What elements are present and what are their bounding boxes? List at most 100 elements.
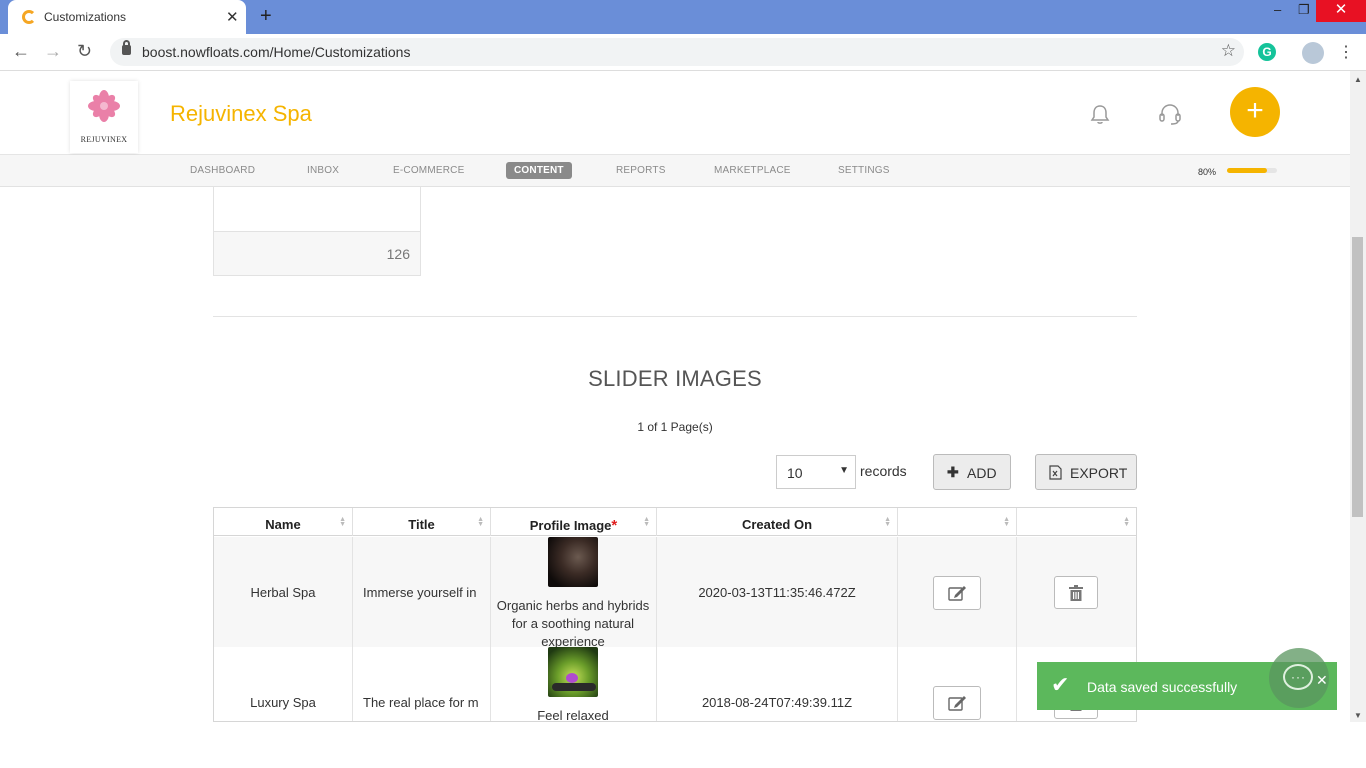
- url-text[interactable]: boost.nowfloats.com/Home/Customizations: [142, 44, 410, 60]
- scroll-down-arrow-icon[interactable]: ▼: [1354, 711, 1362, 720]
- grammarly-extension-icon[interactable]: G: [1258, 43, 1276, 61]
- nav-settings[interactable]: SETTINGS: [838, 165, 890, 176]
- scroll-thumb[interactable]: [1352, 237, 1363, 517]
- nav-content[interactable]: CONTENT: [506, 162, 572, 179]
- support-headset-icon[interactable]: [1158, 103, 1182, 125]
- reload-icon[interactable]: ↻: [77, 41, 92, 62]
- thumbnail-stone: [552, 683, 596, 691]
- thumbnail-orchid: [566, 673, 578, 683]
- edit-button[interactable]: [933, 686, 981, 720]
- slider-image-thumbnail[interactable]: [548, 537, 598, 587]
- tab-title: Customizations: [44, 10, 127, 24]
- profile-progress-label: 80%: [1198, 167, 1217, 177]
- column-header-label: Profile Image: [529, 518, 612, 533]
- row-name: Luxury Spa: [214, 647, 353, 721]
- column-header-created-on[interactable]: Created On ▲ ▼: [657, 508, 898, 536]
- row-name: Herbal Spa: [214, 537, 353, 647]
- column-header-edit[interactable]: ▲ ▼: [898, 508, 1017, 536]
- checkmark-icon: ✔: [1051, 672, 1070, 697]
- required-marker: *: [611, 517, 618, 534]
- back-icon[interactable]: ←: [12, 41, 30, 62]
- records-per-page-value: 10: [787, 465, 803, 481]
- edit-button[interactable]: [933, 576, 981, 610]
- new-tab-button[interactable]: +: [260, 5, 272, 28]
- logo-text: REJUVINEX: [80, 135, 128, 144]
- profile-avatar[interactable]: [1302, 42, 1324, 64]
- chevron-down-icon: ▼: [839, 465, 849, 476]
- row-edit-cell: [898, 647, 1017, 721]
- toast-close-icon[interactable]: ✕: [1316, 672, 1328, 689]
- lock-icon: [122, 40, 131, 55]
- toast-message: Data saved successfully: [1087, 679, 1238, 695]
- sort-arrows-icon: ▲ ▼: [1003, 516, 1010, 528]
- nav-reports[interactable]: REPORTS: [616, 165, 666, 176]
- profile-progress-fill: [1227, 168, 1267, 173]
- business-logo[interactable]: REJUVINEX: [70, 81, 138, 153]
- section-title: SLIDER IMAGES: [588, 366, 762, 391]
- add-slider-image-button[interactable]: ✚ ADD: [933, 454, 1011, 490]
- main-nav: DASHBOARD INBOX E-COMMERCE CONTENT REPOR…: [0, 155, 1350, 187]
- scroll-up-arrow-icon[interactable]: ▲: [1354, 75, 1362, 84]
- sort-arrows-icon: ▲ ▼: [643, 516, 650, 528]
- column-header-delete[interactable]: ▲ ▼: [1017, 508, 1136, 536]
- records-per-page-select[interactable]: 10 ▼: [776, 455, 856, 489]
- sort-arrows-icon: ▲ ▼: [884, 516, 891, 528]
- table-header: Name ▲ ▼ Title ▲ ▼ Profile Image* ▲ ▼ Creat…: [214, 508, 1136, 536]
- row-edit-cell: [898, 537, 1017, 647]
- excel-file-icon: [1049, 465, 1062, 480]
- minimize-button[interactable]: –: [1274, 2, 1281, 17]
- forward-icon[interactable]: →: [44, 41, 62, 62]
- nav-inbox[interactable]: INBOX: [307, 165, 339, 176]
- pager-text: 1 of 1 Page(s): [637, 420, 713, 434]
- column-header-profile-image[interactable]: Profile Image* ▲ ▼: [491, 508, 657, 536]
- export-button-label: EXPORT: [1070, 465, 1128, 481]
- close-window-button[interactable]: ✕: [1316, 0, 1366, 22]
- sort-arrows-icon: ▲ ▼: [1123, 516, 1130, 528]
- chat-dots-icon: ···: [1291, 670, 1306, 684]
- favicon-icon: [22, 10, 36, 24]
- restore-button[interactable]: ❐: [1298, 2, 1310, 18]
- column-header-name[interactable]: Name ▲ ▼: [214, 508, 353, 536]
- app-header: REJUVINEX Rejuvinex Spa +: [0, 71, 1350, 155]
- row-title: The real place for m: [353, 647, 491, 721]
- content-card-count: 126: [214, 232, 420, 275]
- browser-toolbar: ← → ↻ boost.nowfloats.com/Home/Customiza…: [0, 34, 1366, 71]
- delete-button[interactable]: [1054, 576, 1098, 609]
- content-card-body: [214, 187, 420, 232]
- column-header-label: Created On: [741, 517, 813, 532]
- browser-menu-icon[interactable]: ⋮: [1338, 42, 1354, 62]
- add-button-label: ADD: [967, 465, 997, 481]
- section-divider: [213, 316, 1137, 317]
- close-tab-icon[interactable]: ✕: [226, 8, 239, 26]
- nav-ecommerce[interactable]: E-COMMERCE: [393, 165, 464, 176]
- lotus-logo-icon: [88, 90, 120, 122]
- table-row: Luxury Spa The real place for m Feel rel…: [214, 647, 1136, 722]
- row-created-on: 2020-03-13T11:35:46.472Z: [657, 537, 898, 647]
- nav-dashboard[interactable]: DASHBOARD: [190, 165, 255, 176]
- column-header-label: Name: [265, 517, 301, 532]
- image-description: Organic herbs and hybrids for a soothing…: [496, 598, 650, 647]
- slider-images-table: Name ▲ ▼ Title ▲ ▼ Profile Image* ▲ ▼ Creat…: [213, 507, 1137, 722]
- profile-progress-bar: [1227, 168, 1277, 173]
- row-profile-image-cell: Organic herbs and hybrids for a soothing…: [491, 537, 657, 647]
- nav-marketplace[interactable]: MARKETPLACE: [714, 165, 791, 176]
- image-description: Feel relaxed: [537, 708, 609, 722]
- content-card: 126: [213, 187, 421, 276]
- sort-arrows-icon: ▲ ▼: [477, 516, 484, 528]
- add-fab-button[interactable]: +: [1230, 87, 1280, 137]
- bottom-blank-area: [0, 722, 1366, 768]
- plus-icon: ✚: [947, 464, 959, 480]
- bell-icon[interactable]: [1089, 103, 1111, 125]
- row-created-on: 2018-08-24T07:49:39.11Z: [657, 647, 898, 721]
- page-scrollbar[interactable]: ▲ ▼: [1350, 71, 1366, 722]
- export-button[interactable]: EXPORT: [1035, 454, 1137, 490]
- business-name[interactable]: Rejuvinex Spa: [170, 101, 312, 127]
- address-bar[interactable]: boost.nowfloats.com/Home/Customizations …: [110, 38, 1244, 66]
- slider-image-thumbnail[interactable]: [548, 647, 598, 697]
- bookmark-star-icon[interactable]: ☆: [1221, 41, 1236, 61]
- sort-arrows-icon: ▲ ▼: [339, 516, 346, 528]
- browser-tab[interactable]: Customizations ✕: [8, 0, 246, 34]
- column-header-title[interactable]: Title ▲ ▼: [353, 508, 491, 536]
- row-title: Immerse yourself in: [353, 537, 491, 647]
- trash-icon: [1069, 585, 1083, 601]
